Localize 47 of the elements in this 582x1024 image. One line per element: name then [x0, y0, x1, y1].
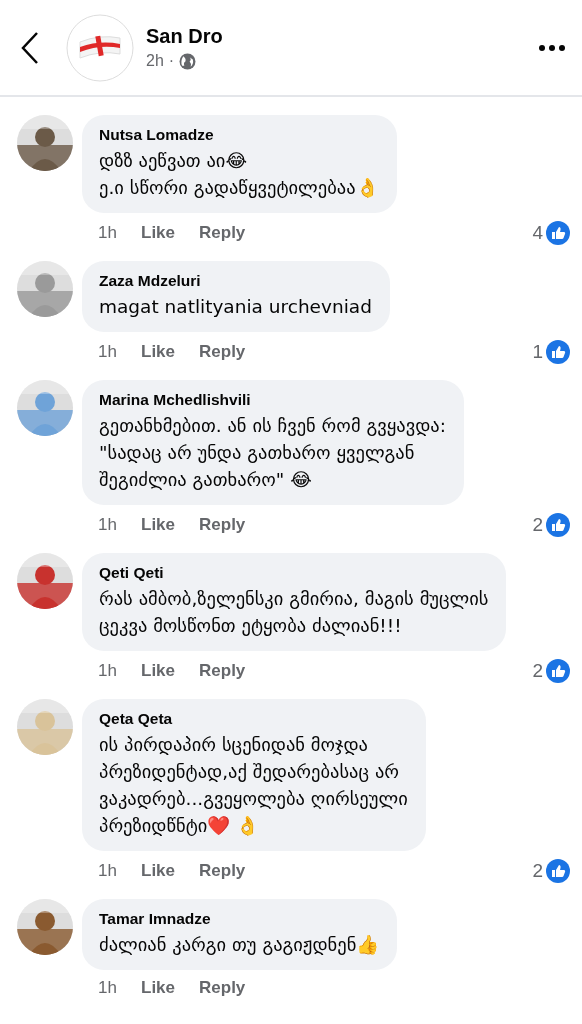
- like-link[interactable]: Like: [141, 223, 176, 243]
- comment-text: დზზ აეწვათ აი😂 ე.ი სწორი გადაწყვეტილებაა👌: [99, 149, 379, 200]
- like-icon: [546, 659, 570, 683]
- comment-text: ძალიან კარგი თუ გაგიჟდნენ👍: [99, 933, 380, 957]
- more-icon[interactable]: [538, 43, 566, 52]
- reply-link[interactable]: Reply: [199, 342, 246, 362]
- reaction-count: 2: [532, 860, 543, 882]
- back-icon[interactable]: [20, 30, 40, 65]
- like-link[interactable]: Like: [141, 861, 176, 881]
- comment-time: 1h: [98, 661, 118, 681]
- comment-text: გეთანხმებით. ან ის ჩვენ რომ გვყავდა: "სადაც არ უნდა გათხარო ყველგან შეგიძლია გათხარო" 😂: [99, 414, 446, 492]
- like-link[interactable]: Like: [141, 342, 176, 362]
- separator: ·: [168, 52, 175, 70]
- comment-author[interactable]: Nutsa Lomadze: [99, 126, 379, 144]
- comment-text: ის პირდაპირ სცენიდან მოჯდა პრეზიდენტად,აქ შედარებასაც არ ვაკადრებ...გვეყოლება ღირსეული პრეზიდწნტი❤ 👌: [99, 733, 408, 838]
- reply-link[interactable]: Reply: [199, 978, 246, 998]
- reaction-count: 1: [532, 341, 543, 363]
- comment-author[interactable]: Marina Mchedlishvili: [99, 391, 446, 409]
- reaction-count: 2: [532, 514, 543, 536]
- comment-author[interactable]: Zaza Mdzeluri: [99, 272, 372, 290]
- reaction-count: 4: [532, 222, 543, 244]
- like-icon: [546, 513, 570, 537]
- page-logo[interactable]: [66, 13, 134, 82]
- post-time: 2h: [146, 52, 164, 70]
- comment-time: 1h: [98, 342, 118, 362]
- comment-time: 1h: [98, 223, 118, 243]
- like-icon: [546, 221, 570, 245]
- reply-link[interactable]: Reply: [199, 223, 246, 243]
- like-icon: [546, 859, 570, 883]
- reply-link[interactable]: Reply: [199, 515, 246, 535]
- like-link[interactable]: Like: [141, 515, 176, 535]
- reply-link[interactable]: Reply: [199, 661, 246, 681]
- comment-time: 1h: [98, 515, 118, 535]
- comment-text: magat natlityania urchevniad: [99, 295, 372, 319]
- globe-icon: [179, 52, 197, 70]
- like-link[interactable]: Like: [141, 978, 176, 998]
- comment-author[interactable]: Qeti Qeti: [99, 564, 489, 582]
- comment-time: 1h: [98, 978, 118, 998]
- comment-author[interactable]: Qeta Qeta: [99, 710, 408, 728]
- like-link[interactable]: Like: [141, 661, 176, 681]
- comment-author[interactable]: Tamar Imnadze: [99, 910, 380, 928]
- comment-text: რას ამბობ,ზელენსკი გმირია, მაგის მუცლის ცეკვა მოსწონთ ეტყობა ძალიან!!!: [99, 587, 489, 638]
- comment-time: 1h: [98, 861, 118, 881]
- reaction-count: 2: [532, 660, 543, 682]
- reply-link[interactable]: Reply: [199, 861, 246, 881]
- page-name[interactable]: San Dro: [146, 25, 538, 48]
- like-icon: [546, 340, 570, 364]
